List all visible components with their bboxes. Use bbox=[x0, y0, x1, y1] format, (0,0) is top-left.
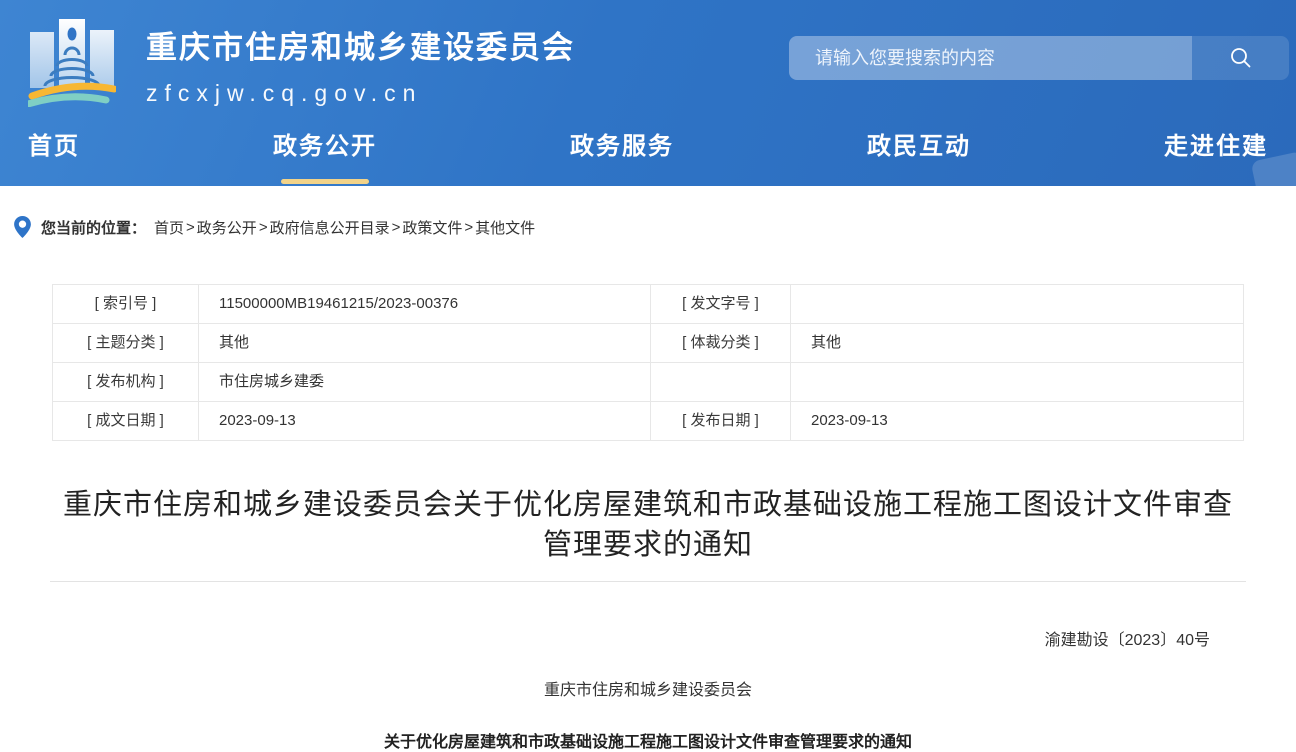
meta-value-genre-category: 其他 bbox=[791, 324, 1245, 362]
nav-item-gov-disclosure[interactable]: 政务公开 bbox=[273, 125, 377, 186]
document-subtitle: 关于优化房屋建筑和市政基础设施工程施工图设计文件审查管理要求的通知 bbox=[52, 728, 1244, 752]
meta-label-issuing-agency: [ 发布机构 ] bbox=[53, 363, 199, 401]
breadcrumb: 您当前的位置： 首页 > 政务公开 > 政府信息公开目录 > 政策文件 > 其他… bbox=[14, 216, 1296, 238]
nav-item-gov-services[interactable]: 政务服务 bbox=[570, 125, 674, 186]
header-top: 重庆市住房和城乡建设委员会 zfcxjw.cq.gov.cn bbox=[0, 0, 1296, 118]
breadcrumb-info-directory[interactable]: 政府信息公开目录 bbox=[270, 217, 390, 238]
site-header: 重庆市住房和城乡建设委员会 zfcxjw.cq.gov.cn 首页 政务公开 政… bbox=[0, 0, 1296, 186]
meta-value-written-date: 2023-09-13 bbox=[199, 402, 651, 440]
breadcrumb-home[interactable]: 首页 bbox=[154, 217, 184, 238]
search-button[interactable] bbox=[1192, 36, 1289, 80]
search-bar bbox=[789, 36, 1289, 80]
breadcrumb-separator: > bbox=[464, 219, 473, 236]
table-row: [ 发布机构 ] 市住房城乡建委 bbox=[53, 363, 1243, 402]
breadcrumb-separator: > bbox=[186, 219, 195, 236]
meta-label-written-date: [ 成文日期 ] bbox=[53, 402, 199, 440]
meta-label-genre-category: [ 体裁分类 ] bbox=[651, 324, 791, 362]
meta-label-doc-symbol: [ 发文字号 ] bbox=[651, 285, 791, 323]
location-pin-icon bbox=[14, 216, 31, 238]
meta-label-empty bbox=[651, 363, 791, 401]
document-meta-table: [ 索引号 ] 11500000MB19461215/2023-00376 [ … bbox=[52, 284, 1244, 441]
document-number: 渝建勘设〔2023〕40号 bbox=[52, 626, 1244, 650]
site-identity: 重庆市住房和城乡建设委员会 zfcxjw.cq.gov.cn bbox=[146, 22, 575, 107]
meta-value-empty bbox=[791, 363, 1245, 401]
meta-value-issuing-agency: 市住房城乡建委 bbox=[199, 363, 651, 401]
search-input[interactable] bbox=[789, 36, 1192, 80]
meta-value-topic-category: 其他 bbox=[199, 324, 651, 362]
breadcrumb-separator: > bbox=[392, 219, 401, 236]
meta-label-publish-date: [ 发布日期 ] bbox=[651, 402, 791, 440]
meta-value-publish-date: 2023-09-13 bbox=[791, 402, 1245, 440]
meta-value-index-number: 11500000MB19461215/2023-00376 bbox=[199, 285, 651, 323]
table-row: [ 成文日期 ] 2023-09-13 [ 发布日期 ] 2023-09-13 bbox=[53, 402, 1243, 440]
page-title: 重庆市住房和城乡建设委员会关于优化房屋建筑和市政基础设施工程施工图设计文件审查管… bbox=[52, 485, 1244, 565]
meta-label-index-number: [ 索引号 ] bbox=[53, 285, 199, 323]
breadcrumb-gov-disclosure[interactable]: 政务公开 bbox=[197, 217, 257, 238]
nav-item-public-interaction[interactable]: 政民互动 bbox=[867, 125, 971, 186]
nav-item-about-housing[interactable]: 走进住建 bbox=[1164, 125, 1268, 186]
breadcrumb-label: 您当前的位置： bbox=[41, 217, 146, 238]
breadcrumb-separator: > bbox=[259, 219, 268, 236]
meta-value-doc-symbol bbox=[791, 285, 1245, 323]
site-url: zfcxjw.cq.gov.cn bbox=[146, 80, 575, 107]
breadcrumb-policy-files[interactable]: 政策文件 bbox=[402, 217, 462, 238]
table-row: [ 主题分类 ] 其他 [ 体裁分类 ] 其他 bbox=[53, 324, 1243, 363]
nav-item-home[interactable]: 首页 bbox=[28, 125, 80, 186]
document-issuer: 重庆市住房和城乡建设委员会 bbox=[52, 676, 1244, 700]
site-title: 重庆市住房和城乡建设委员会 bbox=[146, 22, 575, 67]
table-row: [ 索引号 ] 11500000MB19461215/2023-00376 [ … bbox=[53, 285, 1243, 324]
main-nav: 首页 政务公开 政务服务 政民互动 走进住建 bbox=[0, 118, 1296, 186]
search-icon bbox=[1229, 46, 1253, 70]
site-logo-icon[interactable] bbox=[28, 11, 116, 107]
title-divider bbox=[50, 581, 1246, 582]
meta-label-topic-category: [ 主题分类 ] bbox=[53, 324, 199, 362]
breadcrumb-other-files[interactable]: 其他文件 bbox=[475, 217, 535, 238]
